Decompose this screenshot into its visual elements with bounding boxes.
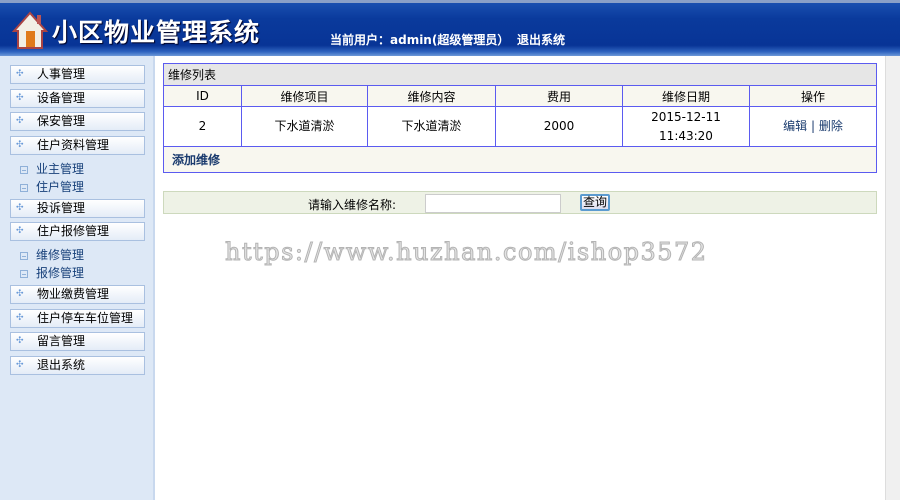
menu-label: 设备管理 (37, 91, 86, 105)
menu-resident[interactable]: ✣ 住户资料管理 (10, 136, 145, 155)
submenu-report[interactable]: 报修管理 (20, 264, 84, 281)
menu-label: 住户报修管理 (37, 224, 110, 238)
menu-messages[interactable]: ✣ 留言管理 (10, 332, 145, 351)
menu-label: 留言管理 (37, 334, 86, 348)
col-item: 维修项目 (241, 85, 368, 107)
plus-icon: ✣ (16, 93, 24, 103)
header: 小区物业管理系统 当前用户：admin(超级管理员） 退出系统 (0, 0, 900, 56)
menu-repair[interactable]: ✣ 住户报修管理 (10, 222, 145, 241)
cell-actions: 编辑 | 删除 (749, 106, 877, 147)
search-input[interactable] (425, 194, 561, 213)
menu-exit[interactable]: ✣ 退出系统 (10, 356, 145, 375)
edit-link[interactable]: 编辑 (783, 119, 807, 133)
cell-item: 下水道清淤 (241, 106, 368, 147)
submenu-maintenance[interactable]: 维修管理 (20, 246, 84, 263)
col-content: 维修内容 (367, 85, 496, 107)
current-user: 当前用户：admin(超级管理员） (330, 33, 510, 47)
search-bar: 请输入维修名称: 查询 (163, 191, 877, 214)
menu-label: 物业缴费管理 (37, 287, 110, 301)
submenu-owner[interactable]: 业主管理 (20, 160, 84, 177)
col-date: 维修日期 (622, 85, 750, 107)
menu-parking[interactable]: ✣ 住户停车车位管理 (10, 309, 145, 328)
menu-label: 住户停车车位管理 (37, 311, 134, 325)
add-repair-link[interactable]: 添加维修 (172, 153, 220, 167)
plus-icon: ✣ (16, 360, 24, 370)
scrollbar[interactable] (885, 56, 900, 500)
menu-complaint[interactable]: ✣ 投诉管理 (10, 199, 145, 218)
submenu-label: 业主管理 (36, 162, 85, 176)
collapse-icon (20, 165, 28, 174)
menu-security[interactable]: ✣ 保安管理 (10, 112, 145, 131)
plus-icon: ✣ (16, 313, 24, 323)
table-header: ID 维修项目 维修内容 费用 维修日期 操作 (163, 85, 877, 107)
search-button[interactable]: 查询 (580, 194, 610, 211)
menu-equipment[interactable]: ✣ 设备管理 (10, 89, 145, 108)
collapse-icon (20, 269, 28, 278)
plus-icon: ✣ (16, 203, 24, 213)
separator: | (810, 119, 816, 133)
home-logo-icon (12, 11, 48, 49)
menu-fees[interactable]: ✣ 物业缴费管理 (10, 285, 145, 304)
menu-label: 退出系统 (37, 358, 86, 372)
search-label: 请输入维修名称: (308, 198, 397, 212)
plus-icon: ✣ (16, 336, 24, 346)
plus-icon: ✣ (16, 69, 24, 79)
submenu-label: 报修管理 (36, 266, 85, 280)
col-actions: 操作 (749, 85, 877, 107)
app-title: 小区物业管理系统 (52, 18, 261, 47)
delete-link[interactable]: 删除 (819, 119, 843, 133)
menu-label: 人事管理 (37, 67, 86, 81)
col-id: ID (163, 85, 242, 107)
sidebar: ✣ 人事管理 ✣ 设备管理 ✣ 保安管理 ✣ 住户资料管理 业主管理 住户管理 ✣ 投诉管… (0, 56, 155, 500)
cell-content: 下水道清淤 (367, 106, 496, 147)
submenu-label: 住户管理 (36, 180, 85, 194)
plus-icon: ✣ (16, 226, 24, 236)
time-text: 11:43:20 (659, 128, 713, 143)
cell-cost: 2000 (495, 106, 623, 147)
watermark: https://www.huzhan.com/ishop3572 (225, 238, 708, 267)
date-text: 2015-12-11 (651, 109, 721, 124)
logout-link[interactable]: 退出系统 (517, 31, 565, 48)
menu-label: 住户资料管理 (37, 138, 110, 152)
plus-icon: ✣ (16, 140, 24, 150)
menu-hr[interactable]: ✣ 人事管理 (10, 65, 145, 84)
add-row: 添加维修 (163, 146, 877, 173)
submenu-label: 维修管理 (36, 248, 85, 262)
menu-label: 投诉管理 (37, 201, 86, 215)
plus-icon: ✣ (16, 289, 24, 299)
table-row: 2 下水道清淤 下水道清淤 2000 2015-12-11 11:43:20 编辑… (163, 106, 877, 147)
collapse-icon (20, 251, 28, 260)
submenu-household[interactable]: 住户管理 (20, 178, 84, 195)
col-cost: 费用 (495, 85, 623, 107)
plus-icon: ✣ (16, 116, 24, 126)
cell-id: 2 (163, 106, 242, 147)
repair-table: 维修列表 ID 维修项目 维修内容 费用 维修日期 操作 2 下水道清淤 下水道… (163, 63, 877, 173)
collapse-icon (20, 183, 28, 192)
table-caption: 维修列表 (163, 63, 877, 86)
menu-label: 保安管理 (37, 114, 86, 128)
cell-date: 2015-12-11 11:43:20 (622, 106, 750, 147)
